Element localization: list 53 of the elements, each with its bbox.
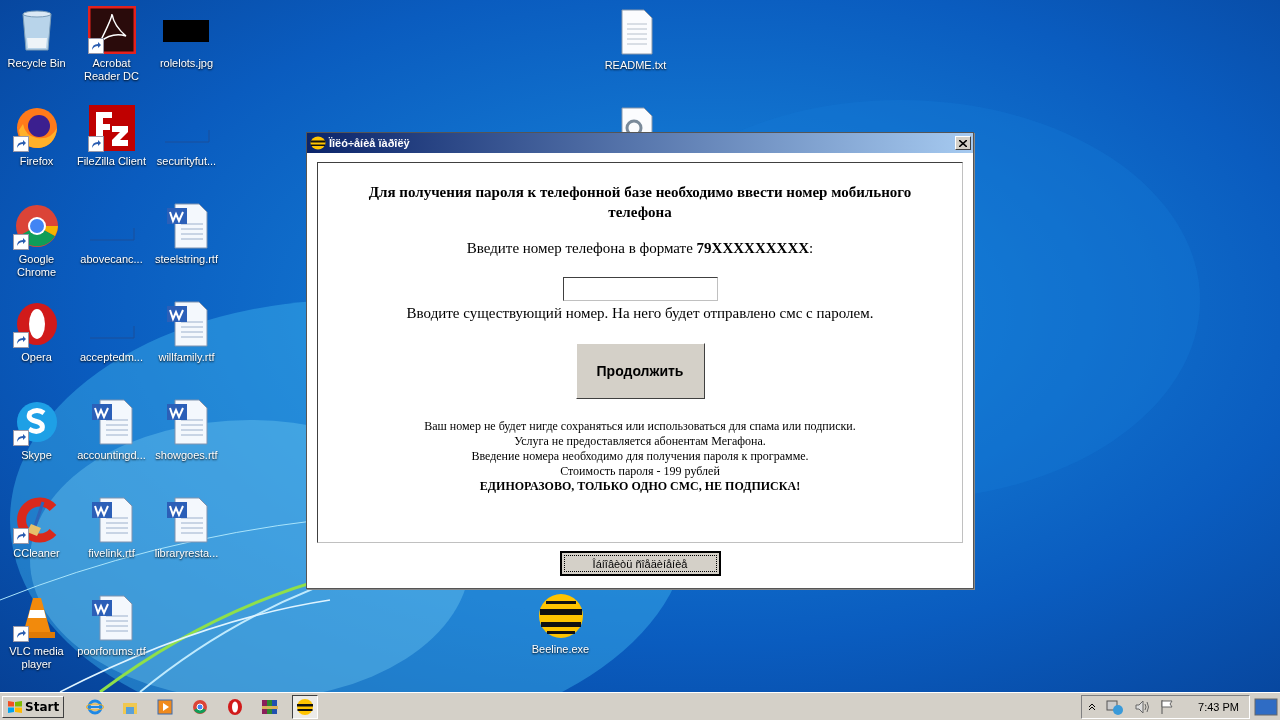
note-line: Услуга не предоставляется абонентам Мегафона. — [514, 434, 766, 449]
phone-input-field[interactable] — [562, 277, 718, 301]
icon-label: showgoes.rtf — [155, 449, 218, 462]
icon-label: fivelink.rtf — [88, 547, 135, 560]
internet-explorer-icon — [86, 697, 105, 716]
show-desktop-icon[interactable] — [1254, 697, 1278, 716]
media-player-icon — [156, 697, 175, 716]
icon-label: CCleaner — [13, 547, 60, 560]
start-button[interactable]: Start — [2, 695, 65, 718]
continue-button[interactable]: Продолжить — [575, 343, 705, 399]
icon-label: Opera — [21, 351, 52, 364]
icon-label: Firefox — [19, 155, 54, 168]
note-line: Стоимость пароля - 199 рублей — [560, 464, 720, 479]
icon-label: acceptedm... — [80, 351, 143, 364]
icon-label: willfamily.rtf — [158, 351, 215, 364]
icon-label: Acrobat Reader DC — [83, 57, 140, 83]
icon-label: Google Chrome — [15, 253, 58, 279]
chevron-up-icon[interactable] — [1088, 702, 1097, 711]
icon-label: libraryresta... — [154, 547, 219, 560]
icon-label: steelstring.rtf — [155, 253, 218, 266]
speaker-icon[interactable] — [1134, 698, 1151, 715]
acrobat-icon[interactable] — [87, 6, 136, 54]
icon-label: poorforums.rtf — [77, 645, 146, 658]
warning-line: ЕДИНОРАЗОВО, ТОЛЬКО ОДНО СМС, НЕ ПОДПИСКА! — [479, 479, 801, 494]
icon-label: FileZilla Client — [76, 155, 147, 168]
close-icon — [959, 139, 967, 147]
clock[interactable]: 7:43 PM — [1198, 700, 1239, 713]
striped-ball-icon — [310, 136, 326, 150]
opera-icon — [226, 697, 245, 716]
striped-ball-icon[interactable] — [536, 592, 585, 640]
icon-label: rolelots.jpg — [159, 57, 214, 70]
phone-format-prompt: Введите номер телефона в формате 79XXXXXXXXX: — [466, 240, 814, 257]
icon-label: Skype — [21, 449, 52, 462]
taskbar-app-button[interactable] — [292, 694, 319, 719]
icon-label: VLC media player — [8, 645, 65, 671]
icon-label: Beeline.exe — [531, 643, 590, 656]
striped-ball-icon — [296, 697, 315, 716]
icon-label: Recycle Bin — [7, 57, 66, 70]
windows-logo-icon — [7, 699, 23, 714]
icon-label: accountingd... — [77, 449, 146, 462]
flag-icon[interactable] — [1160, 698, 1175, 715]
phone-hint: Вводите существующий номер. На него будет отправлено смс с паролем. — [406, 305, 874, 322]
books-icon — [261, 697, 280, 716]
icon-label: abovecanc... — [80, 253, 143, 266]
close-button[interactable] — [955, 136, 971, 150]
chrome-icon — [191, 697, 210, 716]
window-title: Ïîëó÷åíèå ïàðîëÿ — [329, 137, 411, 149]
refresh-button[interactable]: Îáíîâèòü ñîåäèíåíèå — [559, 551, 721, 576]
note-line: Введение номера необходимо для получения пароля к программе. — [471, 449, 809, 464]
heading: Для получения пароля к телефонной базе необходимо ввести номер мобильного телефона — [367, 183, 913, 222]
note-line: Ваш номер не будет нигде сохраняться или использоваться для спама или подписки. — [424, 419, 856, 434]
icon-label: securityfut... — [156, 155, 217, 168]
icon-label: README.txt — [604, 59, 667, 72]
